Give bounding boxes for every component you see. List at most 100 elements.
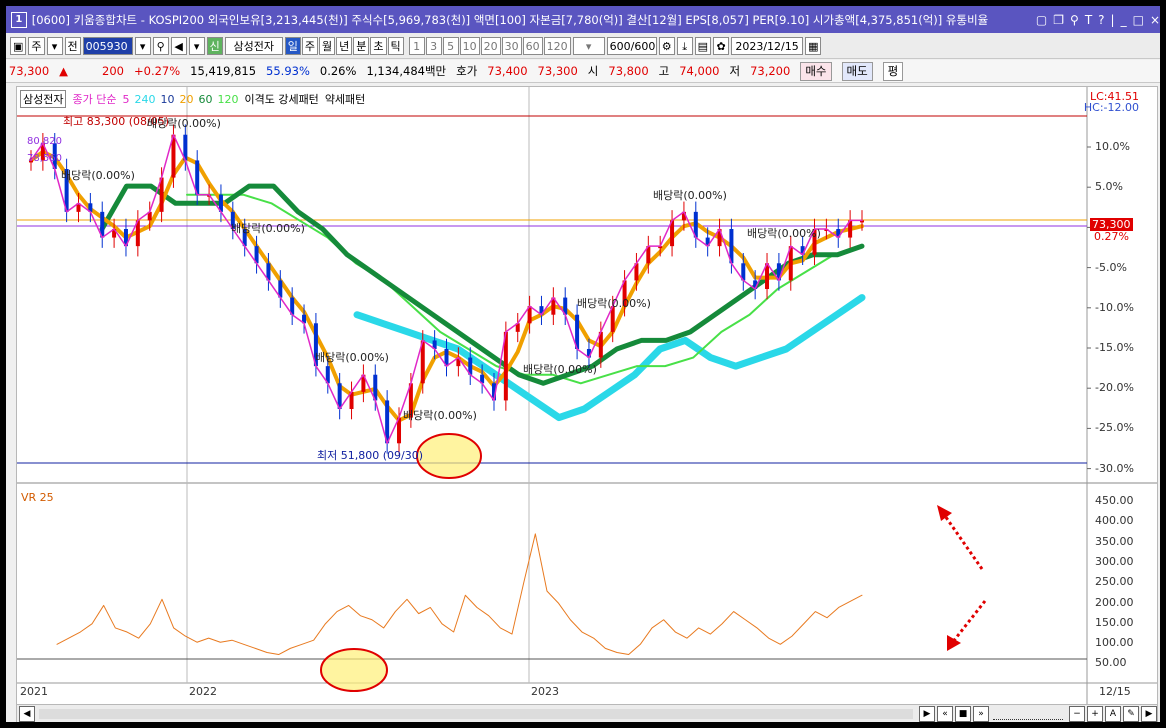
window-controls[interactable]: ▢ ❐ ⚲ T? | _ □ × [1036, 13, 1160, 27]
dividend-label-4: 배당락(0.00%) [747, 227, 821, 240]
scroll-right-icon[interactable]: ▶ [1141, 706, 1157, 722]
left-value-bottom: 78,560 [27, 153, 62, 164]
chart-legend: 삼성전자 종가 단순 5 240 10 20 60 120 이격도 강세패턴 약세패턴 [20, 90, 365, 108]
legend-ma-type[interactable]: 종가 단순 [72, 91, 116, 107]
jutype-select[interactable]: 주 [28, 36, 45, 55]
vr-tick-label: 300.00 [1095, 554, 1134, 568]
dividend-label-1: 배당락(0.00%) [61, 169, 135, 182]
settings-icon[interactable]: ⚙ [658, 36, 675, 55]
chart-canvas[interactable]: 최고 83,300 (08/05) 최저 51,800 (09/30) 80,820… [16, 86, 1158, 706]
vr-tick-label: 150.00 [1095, 615, 1134, 629]
y-tick-label: -25.0% [1095, 421, 1134, 435]
window-number[interactable]: 1 [11, 11, 27, 28]
x-tick-label: 2023 [531, 685, 559, 698]
stock-code-input[interactable]: 005930 [82, 36, 133, 55]
legend-pattern-weak[interactable]: 약세패턴 [325, 91, 365, 107]
period-tab-6[interactable]: 틱 [387, 36, 404, 55]
scroll-left-icon[interactable]: ◀ [19, 706, 35, 722]
volume: 15,419,815 [190, 64, 257, 78]
interval-button-6[interactable]: 60 [522, 36, 543, 55]
legend-ma-20[interactable]: 20 [179, 93, 193, 106]
window-control-8[interactable]: × [1150, 13, 1160, 27]
legend-ma-240[interactable]: 240 [134, 93, 155, 106]
layout-icon[interactable]: ▣ [10, 36, 27, 55]
scroll-track[interactable] [39, 709, 913, 719]
dividend-label-3: 배당락(0.00%) [653, 189, 727, 202]
legend-stock[interactable]: 삼성전자 [20, 90, 67, 108]
interval-select[interactable]: ▾ [572, 36, 605, 55]
forward-icon[interactable]: » [973, 706, 989, 722]
window-control-0[interactable]: ▢ [1036, 13, 1047, 27]
price-change: 200 [102, 64, 124, 78]
legend-ma-10[interactable]: 10 [160, 93, 174, 106]
window-control-4[interactable]: ? [1098, 13, 1104, 27]
text-tool-icon[interactable]: A [1105, 706, 1121, 722]
eval-button[interactable]: 평 [882, 61, 904, 81]
stock-name-field[interactable]: 삼성전자 [224, 36, 283, 55]
y-tick-label: -20.0% [1095, 381, 1134, 395]
interval-button-2[interactable]: 5 [442, 36, 459, 55]
hoga-label: 호가 [456, 64, 478, 78]
period-tab-0[interactable]: 일 [284, 36, 301, 55]
annotation-arrow-down [950, 600, 987, 644]
vr-line [56, 533, 863, 656]
interval-button-1[interactable]: 3 [425, 36, 442, 55]
window-control-2[interactable]: ⚲ [1070, 13, 1079, 27]
more-icon[interactable]: ▾ [188, 36, 205, 55]
left-value-top: 80,820 [27, 136, 62, 147]
gear-icon[interactable]: ✿ [713, 36, 730, 55]
interval-button-0[interactable]: 1 [408, 36, 425, 55]
chart-svg: 최고 83,300 (08/05)최저 51,800 (09/30)80,820… [17, 87, 1157, 705]
legend-ma-120[interactable]: 120 [217, 93, 238, 106]
low-price-label: 최저 51,800 (09/30) [317, 449, 423, 462]
legend-pattern[interactable]: 이격도 강세패턴 [244, 91, 318, 107]
window-control-3[interactable]: T [1085, 13, 1092, 27]
interval-button-7[interactable]: 120 [543, 36, 571, 55]
interval-button-3[interactable]: 10 [459, 36, 480, 55]
code-dropdown-icon[interactable]: ▾ [134, 36, 151, 55]
chevron-down-icon[interactable]: ▾ [46, 36, 63, 55]
y-tick-label: -5.0% [1095, 260, 1127, 274]
sell-button[interactable]: 매도 [841, 61, 873, 81]
interval-button-5[interactable]: 30 [501, 36, 522, 55]
period-tab-2[interactable]: 월 [319, 36, 336, 55]
speaker-icon[interactable]: ◀ [170, 36, 187, 55]
ask-price: 73,400 [487, 64, 528, 78]
window-control-6[interactable]: _ [1121, 13, 1127, 27]
window-control-7[interactable]: □ [1133, 13, 1144, 27]
up-arrow-icon: ▲ [59, 64, 68, 78]
zoom-out-icon[interactable]: − [1069, 706, 1085, 722]
scroll-bar[interactable]: ◀ ▶ « ■ » − + A ✎ ▶ [16, 704, 1158, 722]
x-end-label: 12/15 [1099, 685, 1131, 698]
interval-button-4[interactable]: 20 [480, 36, 501, 55]
calendar-icon[interactable]: ▦ [805, 36, 822, 55]
trade-amount: 1,134,484백만 [366, 64, 447, 78]
save-icon[interactable]: ▤ [694, 36, 712, 55]
window-control-1[interactable]: ❐ [1053, 13, 1064, 27]
high-label: 고 [658, 64, 670, 78]
period-tab-4[interactable]: 분 [353, 36, 370, 55]
stop-icon[interactable]: ■ [955, 706, 971, 722]
zoom-in-icon[interactable]: + [1087, 706, 1103, 722]
dividend-label-8: 배당락(0.00%) [403, 409, 477, 422]
vr-tick-label: 50.00 [1095, 656, 1127, 670]
prev-button[interactable]: 전 [64, 36, 81, 55]
rewind-icon[interactable]: « [937, 706, 953, 722]
date-field[interactable]: 2023/12/15 [731, 36, 804, 55]
search-icon[interactable]: ⚲ [152, 36, 169, 55]
draw-tool-icon[interactable]: ✎ [1123, 706, 1139, 722]
play-icon[interactable]: ▶ [919, 706, 935, 722]
legend-ma-5[interactable]: 5 [122, 93, 129, 106]
current-pct-tag: 0.27% [1094, 230, 1129, 243]
legend-ma-60[interactable]: 60 [198, 93, 212, 106]
period-tab-3[interactable]: 년 [336, 36, 353, 55]
open-price: 73,800 [608, 64, 649, 78]
credit-icon[interactable]: 신 [206, 36, 223, 55]
period-tab-1[interactable]: 주 [301, 36, 319, 55]
period-tab-5[interactable]: 초 [370, 36, 387, 55]
count-field[interactable]: 600/600 [606, 36, 657, 55]
compare-icon[interactable]: ⤓ [676, 36, 693, 55]
buy-button[interactable]: 매수 [800, 61, 832, 81]
window-control-5[interactable]: | [1111, 13, 1115, 27]
zoom-slider[interactable] [993, 709, 1063, 720]
